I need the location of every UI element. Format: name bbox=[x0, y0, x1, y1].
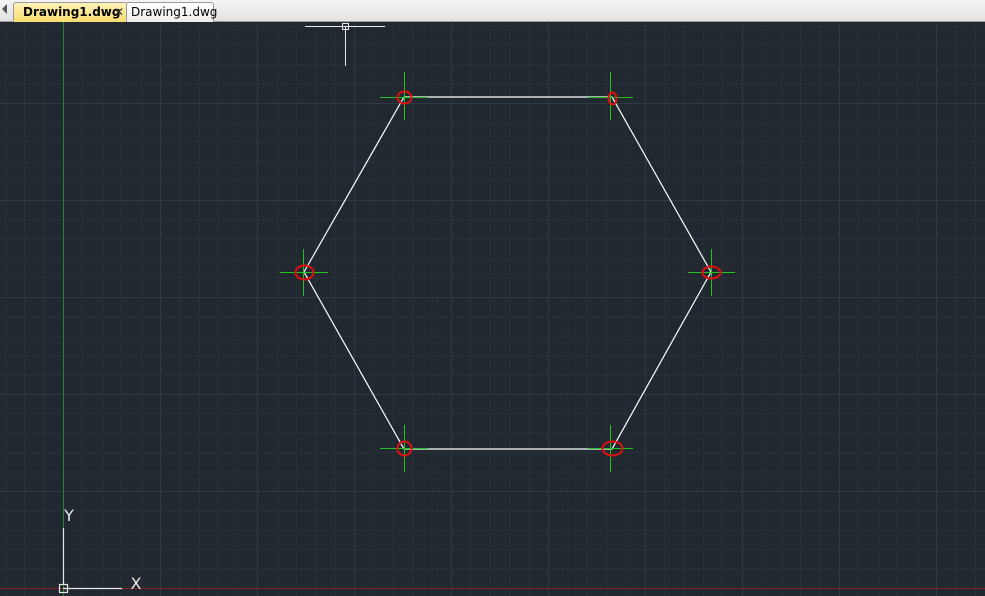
model-space[interactable]: Y X bbox=[0, 22, 985, 596]
vertex-grip[interactable] bbox=[380, 72, 428, 120]
ucs-icon bbox=[58, 528, 122, 594]
tab-scroll-left-icon[interactable] bbox=[2, 4, 7, 14]
hexagon-polygon[interactable] bbox=[303, 96, 712, 450]
tab-close-icon[interactable]: ✕ bbox=[114, 3, 124, 21]
drawing-canvas[interactable]: Y X bbox=[0, 22, 985, 596]
file-tab-bar: Drawing1.dwg ✕ Drawing1.dwg bbox=[0, 0, 985, 22]
tab-drawing1[interactable]: Drawing1.dwg bbox=[126, 2, 218, 22]
vertex-grip[interactable] bbox=[688, 249, 735, 296]
ucs-y-label: Y bbox=[63, 506, 74, 525]
tab-drawing1-active[interactable]: Drawing1.dwg ✕ bbox=[13, 2, 128, 22]
tab-label: Drawing1.dwg bbox=[23, 5, 121, 19]
vertex-grip[interactable] bbox=[280, 249, 328, 296]
grid bbox=[0, 22, 985, 596]
vertex-grip[interactable] bbox=[380, 425, 428, 472]
cursor-crosshair-icon bbox=[305, 23, 385, 66]
ucs-x-label: X bbox=[131, 574, 142, 593]
tab-label: Drawing1.dwg bbox=[131, 5, 218, 19]
